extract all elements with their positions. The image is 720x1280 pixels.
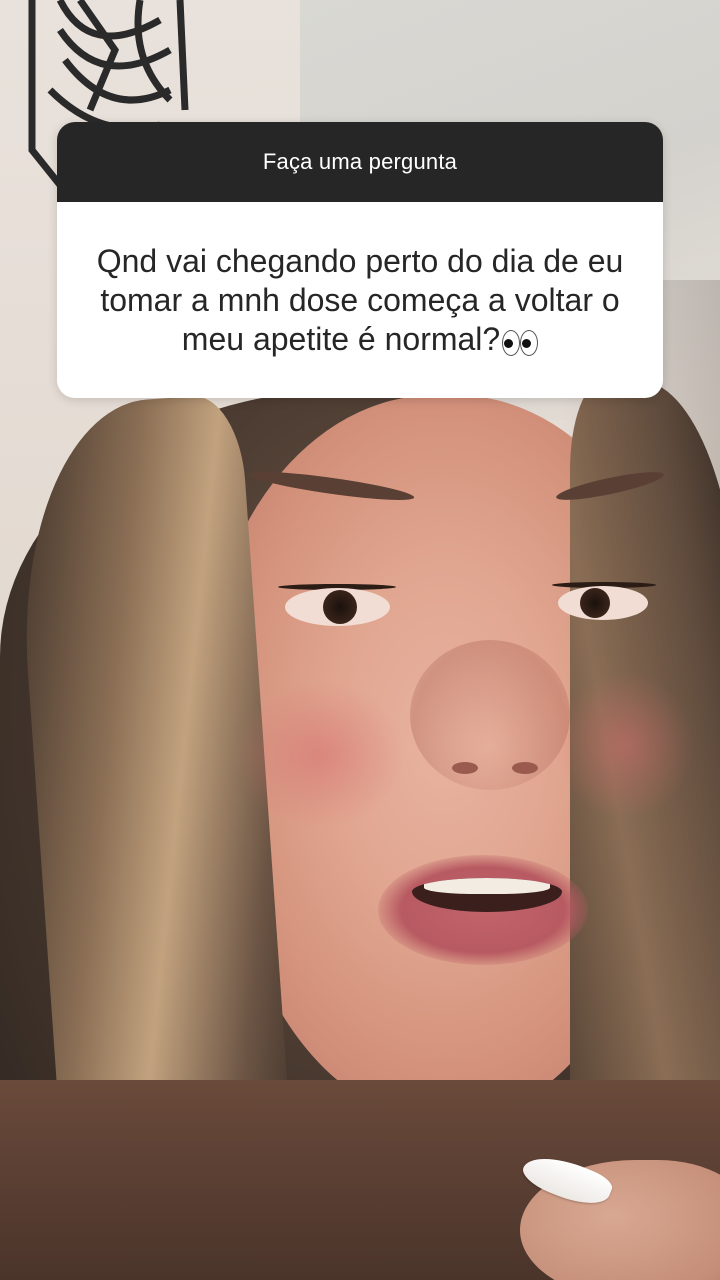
nostril <box>512 762 538 774</box>
nostril <box>452 762 478 774</box>
iris <box>580 588 610 618</box>
question-sticker[interactable]: Faça uma pergunta Qnd vai chegando perto… <box>57 122 663 398</box>
question-text: Qnd vai chegando perto do dia de eu toma… <box>96 242 624 357</box>
question-text-container: Qnd vai chegando perto do dia de eu toma… <box>91 242 629 359</box>
question-sticker-header: Faça uma pergunta <box>57 122 663 202</box>
story-screen: Faça uma pergunta Qnd vai chegando perto… <box>0 0 720 1280</box>
teeth <box>424 878 550 894</box>
question-sticker-body: Qnd vai chegando perto do dia de eu toma… <box>57 202 663 398</box>
cheek <box>555 670 695 820</box>
iris <box>323 590 357 624</box>
nose <box>410 640 570 790</box>
eye-right <box>558 586 648 620</box>
question-sticker-title: Faça uma pergunta <box>262 149 458 174</box>
eye-left <box>285 588 390 626</box>
cheek <box>235 680 405 830</box>
eyes-emoji-icon <box>502 328 539 356</box>
